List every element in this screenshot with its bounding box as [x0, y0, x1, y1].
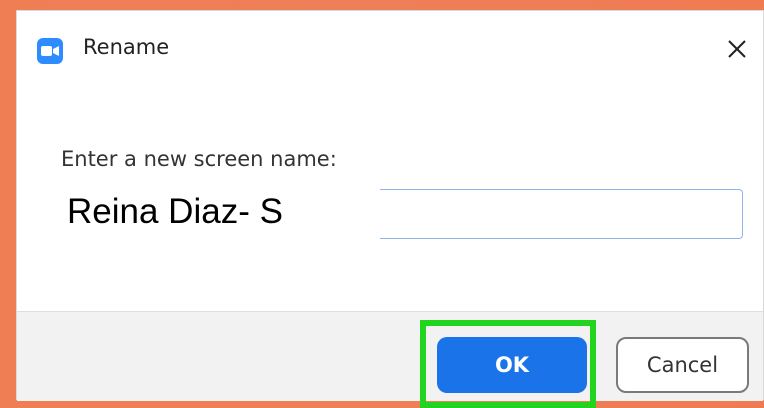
zoom-camera-icon — [37, 38, 63, 64]
close-icon — [728, 40, 746, 58]
screen-name-value[interactable]: Reina Diaz- S — [67, 191, 283, 233]
screen-name-prompt: Enter a new screen name: — [61, 147, 337, 171]
dialog-title: Rename — [83, 35, 170, 59]
ok-button[interactable]: OK — [437, 337, 587, 393]
rename-dialog: Rename Enter a new screen name: Reina Di… — [16, 10, 764, 408]
title-bar: Rename — [17, 11, 763, 79]
close-button[interactable] — [719, 31, 755, 67]
cancel-button[interactable]: Cancel — [616, 337, 749, 393]
